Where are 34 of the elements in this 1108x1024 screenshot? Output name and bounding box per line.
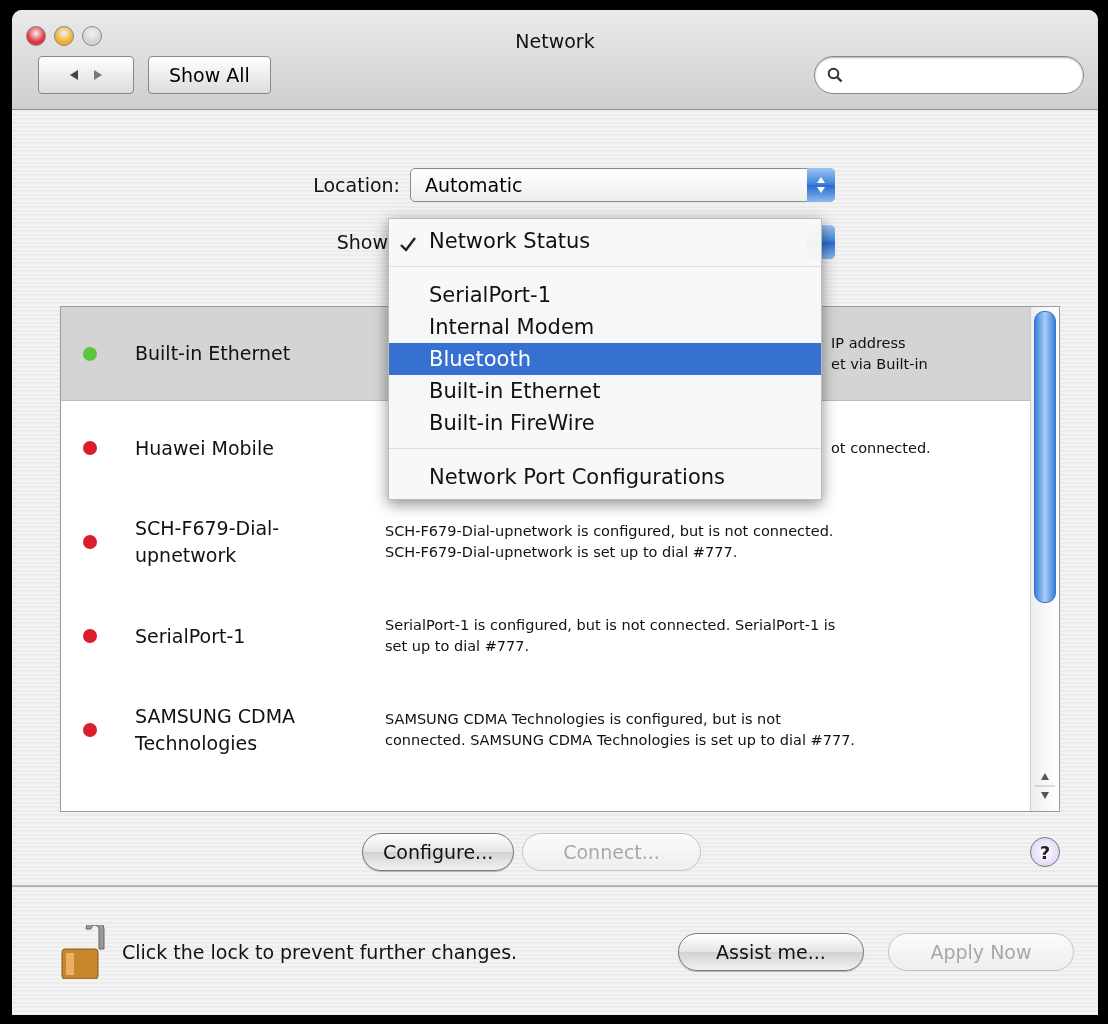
- help-button[interactable]: ?: [1030, 837, 1060, 867]
- search-field[interactable]: [814, 56, 1084, 94]
- service-name: SAMSUNG CDMA Technologies: [135, 704, 297, 756]
- menu-item[interactable]: Bluetooth: [389, 343, 821, 375]
- back-arrow-icon[interactable]: [68, 69, 80, 81]
- scrollbar[interactable]: [1030, 307, 1059, 811]
- close-button[interactable]: [26, 26, 46, 46]
- search-icon: [827, 67, 843, 83]
- location-label: Location:: [312, 174, 401, 196]
- service-description: SCH-F679-Dial-upnetwork is configured, but is not connected. SCH-F679-Dial-upnetwork is set up to dial #777.: [385, 522, 834, 562]
- zoom-button[interactable]: [82, 26, 102, 46]
- menu-item[interactable]: Internal Modem: [389, 311, 821, 343]
- service-name: Huawei Mobile: [135, 435, 275, 461]
- service-description: IP address et via Built-in: [831, 333, 928, 374]
- service-name: Built-in Ethernet: [135, 341, 292, 366]
- show-all-button[interactable]: Show All: [148, 56, 271, 94]
- action-button[interactable]: Configure...: [362, 833, 515, 871]
- padlock-icon[interactable]: [60, 925, 108, 979]
- service-name: SCH-F679-Dial-upnetwork: [135, 516, 281, 568]
- menu-item[interactable]: Network Status: [389, 225, 821, 257]
- checkmark-icon: [399, 236, 417, 252]
- service-description: SerialPort-1 is configured, but is not connected. SerialPort-1 is set up to dial #777.: [385, 616, 836, 656]
- assist-button[interactable]: Assist me...: [678, 933, 864, 971]
- minimize-button[interactable]: [54, 26, 74, 46]
- service-name: SerialPort-1: [135, 623, 247, 649]
- service-description: SAMSUNG CDMA Technologies is configured, but is not connected. SAMSUNG CDMA Technologies is set up to dial #777.: [385, 710, 855, 750]
- menu-item[interactable]: Built-in FireWire: [389, 407, 821, 439]
- lock-message: Click the lock to prevent further changes.: [122, 941, 518, 963]
- forward-arrow-icon[interactable]: [92, 69, 104, 81]
- show-label: Show: [335, 231, 388, 253]
- location-popup[interactable]: Automatic: [410, 168, 835, 202]
- menu-item[interactable]: Network Port Configurations: [389, 461, 821, 493]
- window-title: Network: [514, 30, 596, 52]
- service-description: ot connected.: [831, 438, 931, 458]
